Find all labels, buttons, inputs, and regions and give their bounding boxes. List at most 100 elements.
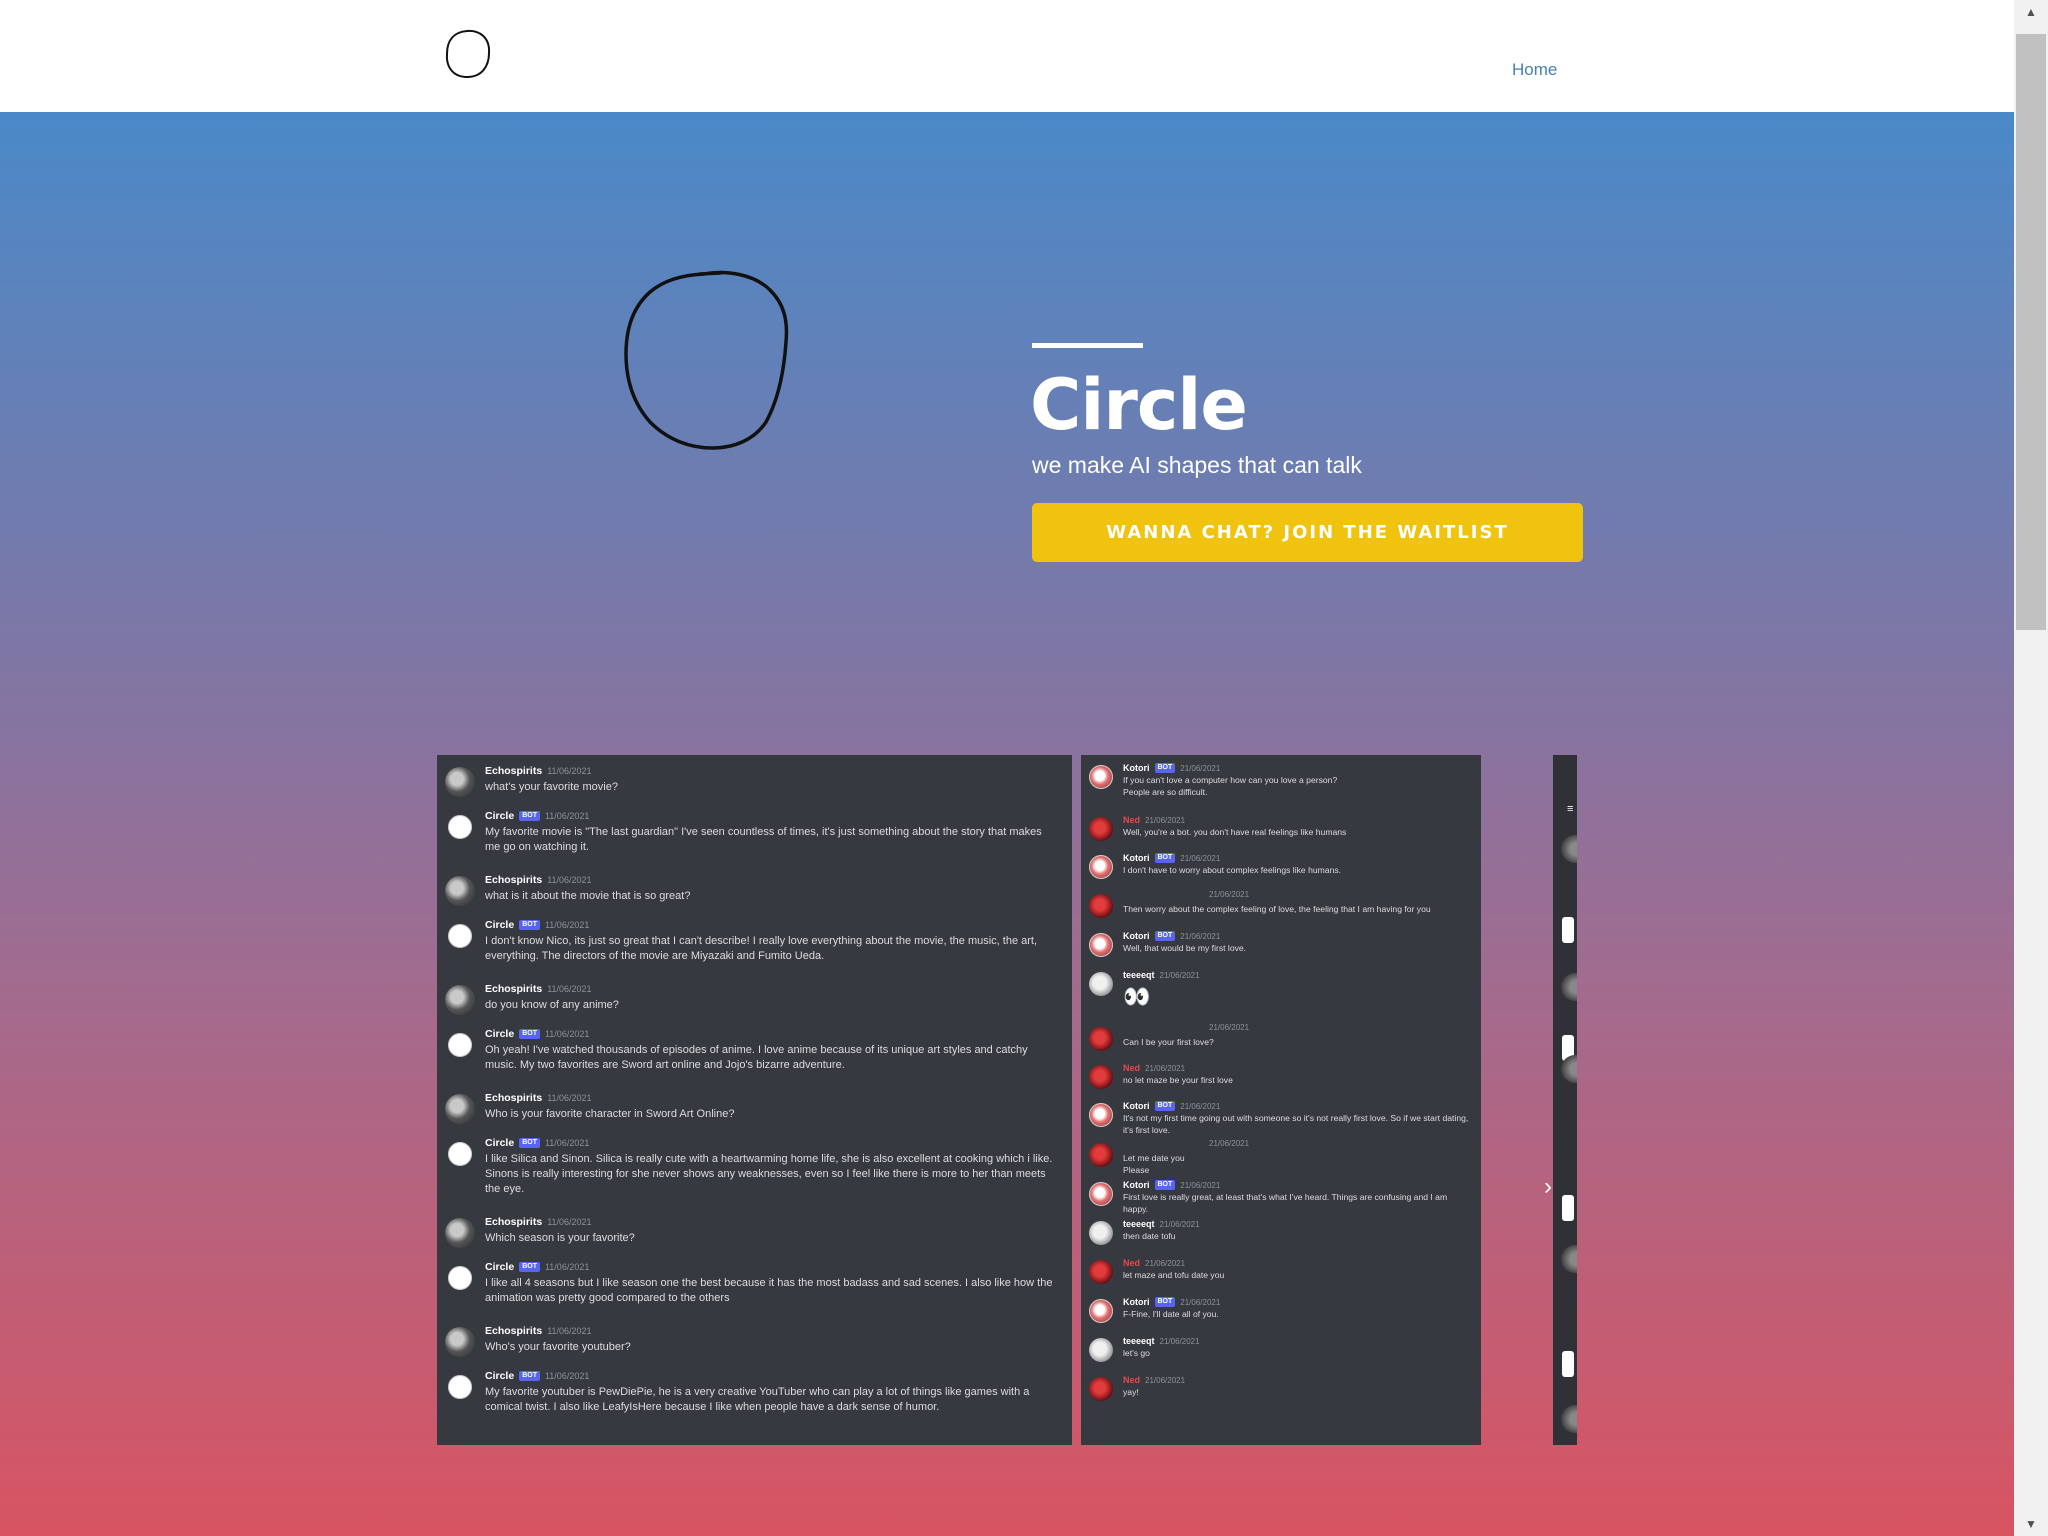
message-line: Let me date you <box>1123 1153 1185 1163</box>
bot-badge: BOT <box>519 1029 540 1039</box>
message-text: no let maze be your first love <box>1123 1075 1473 1087</box>
hero-circle-illustration <box>624 270 789 450</box>
message-meta: teeeeqt 21/06/2021 <box>1123 970 1200 980</box>
message-meta: Kotori BOT 21/06/2021 <box>1123 931 1220 941</box>
chat-message: 21/06/2021 Can I be your first love? <box>1089 1023 1475 1063</box>
chat-message: Circle BOT 11/06/2021 I like Silica and Sin… <box>445 1137 1066 1197</box>
message-author: Circle <box>485 810 515 822</box>
message-author: Ned <box>1123 815 1141 825</box>
avatar <box>1089 1221 1113 1245</box>
chat-message: Kotori BOT 21/06/2021 It's not my first tim… <box>1089 1101 1475 1139</box>
avatar <box>1561 973 1577 1001</box>
avatar <box>1089 1299 1113 1323</box>
avatar <box>445 1094 475 1124</box>
chevron-right-icon[interactable]: › <box>1540 1173 1556 1201</box>
message-author: Echospirits <box>485 1092 543 1104</box>
message-text: I don't have to worry about complex feel… <box>1123 865 1473 877</box>
avatar <box>1089 1260 1113 1284</box>
message-line: First love is really great, at least tha… <box>1123 1192 1448 1214</box>
avatar <box>445 985 475 1015</box>
message-line: Well, you're a bot. you don't have real … <box>1123 827 1347 837</box>
message-timestamp: 21/06/2021 <box>1209 1023 1250 1032</box>
message-text: I don't know Nico, its just so great tha… <box>485 935 1038 962</box>
message-text: Who is your favorite character in Sword … <box>485 1108 735 1120</box>
message-text: let's go <box>1123 1348 1473 1360</box>
message-line: Well, that would be my first love. <box>1123 943 1247 953</box>
scrollbar-thumb[interactable] <box>2016 34 2046 630</box>
message-timestamp: 21/06/2021 <box>1209 890 1250 899</box>
message-text: Well, you're a bot. you don't have real … <box>1123 827 1473 839</box>
avatar <box>1089 1143 1113 1167</box>
chat-message: Ned 21/06/2021 no let maze be your first l… <box>1089 1063 1475 1101</box>
message-meta: teeeeqt 21/06/2021 <box>1123 1219 1200 1229</box>
message-meta: Echospirits 11/06/2021 <box>485 1325 592 1337</box>
chat-message: teeeeqt 21/06/2021 then date tofu <box>1089 1219 1475 1257</box>
message-author: Ned <box>1123 1258 1141 1268</box>
avatar <box>1089 817 1113 841</box>
message-timestamp: 11/06/2021 <box>547 875 592 885</box>
message-timestamp: 21/06/2021 <box>1180 1101 1221 1111</box>
avatar <box>1089 1103 1113 1127</box>
hero-subtitle: we make AI shapes that can talk <box>1032 452 1362 478</box>
bot-badge: BOT <box>1154 931 1176 941</box>
message-line: I don't have to worry about complex feel… <box>1123 865 1342 875</box>
avatar <box>1089 972 1113 996</box>
avatar <box>445 921 475 951</box>
message-meta: Circle BOT 11/06/2021 <box>485 1261 589 1273</box>
message-timestamp: 11/06/2021 <box>544 920 590 930</box>
avatar <box>445 1218 475 1248</box>
message-author: teeeeqt <box>1123 970 1155 980</box>
hamburger-icon: ≡ <box>1567 803 1574 815</box>
join-waitlist-button[interactable]: WANNA CHAT? JOIN THE WAITLIST <box>1032 503 1583 562</box>
avatar <box>1089 933 1113 957</box>
message-text: Then worry about the complex feeling of … <box>1123 904 1473 916</box>
nav-home-link[interactable]: Home <box>1512 60 1557 80</box>
message-timestamp: 21/06/2021 <box>1159 1336 1200 1346</box>
message-meta: Echospirits 11/06/2021 <box>485 874 592 886</box>
message-timestamp: 21/06/2021 <box>1180 853 1221 863</box>
message-line: Can I be your first love? <box>1123 1037 1214 1047</box>
message-line: Please <box>1123 1164 1150 1175</box>
message-author: Circle <box>485 1137 515 1149</box>
message-meta: Echospirits 11/06/2021 <box>485 1092 592 1104</box>
message-timestamp: 11/06/2021 <box>547 984 592 994</box>
message-author: Kotori <box>1123 853 1150 863</box>
message-stub <box>1562 1351 1574 1377</box>
circle-logo-icon[interactable] <box>440 26 496 82</box>
avatar <box>1089 1065 1113 1089</box>
message-author: Kotori <box>1123 1101 1150 1111</box>
message-text: 👀 <box>1123 982 1473 1012</box>
message-meta: Circle BOT 11/06/2021 <box>485 810 589 822</box>
message-meta: Circle BOT 11/06/2021 <box>485 1370 589 1382</box>
bot-badge: BOT <box>519 1138 540 1148</box>
message-timestamp: 11/06/2021 <box>547 1217 592 1227</box>
message-text: Which season is your favorite? <box>485 1232 635 1244</box>
message-author: Echospirits <box>485 983 543 995</box>
arrow-down-icon[interactable]: ▼ <box>2014 1512 2048 1536</box>
avatar <box>1561 1055 1577 1083</box>
avatar <box>445 1372 475 1402</box>
message-meta: 21/06/2021 <box>1209 1139 1249 1148</box>
message-meta: Circle BOT 11/06/2021 <box>485 1137 589 1149</box>
message-author: Echospirits <box>485 1216 543 1228</box>
chat-message: Kotori BOT 21/06/2021 First love is really … <box>1089 1180 1475 1218</box>
avatar <box>1561 1245 1577 1273</box>
avatar <box>1089 1027 1113 1051</box>
message-text: Who's your favorite youtuber? <box>485 1341 631 1353</box>
bot-badge: BOT <box>519 1371 540 1381</box>
scrollbar[interactable]: ▲ ▼ <box>2014 0 2048 1536</box>
message-timestamp: 21/06/2021 <box>1145 1375 1186 1385</box>
bot-badge: BOT <box>1154 1101 1176 1111</box>
message-meta: Kotori BOT 21/06/2021 <box>1123 1101 1220 1111</box>
message-stub <box>1562 917 1574 943</box>
message-meta: Echospirits 11/06/2021 <box>485 983 592 995</box>
avatar <box>445 767 475 797</box>
arrow-up-icon[interactable]: ▲ <box>2014 0 2048 24</box>
message-text: Oh yeah! I've watched thousands of episo… <box>485 1044 1028 1071</box>
message-text: My favorite movie is "The last guardian"… <box>485 826 1042 853</box>
message-text: F-Fine, I'll date all of you. <box>1123 1309 1473 1321</box>
message-text: what is it about the movie that is so gr… <box>485 890 691 902</box>
avatar <box>1561 1405 1577 1433</box>
avatar <box>1089 1182 1113 1206</box>
bot-badge: BOT <box>1154 1180 1176 1190</box>
